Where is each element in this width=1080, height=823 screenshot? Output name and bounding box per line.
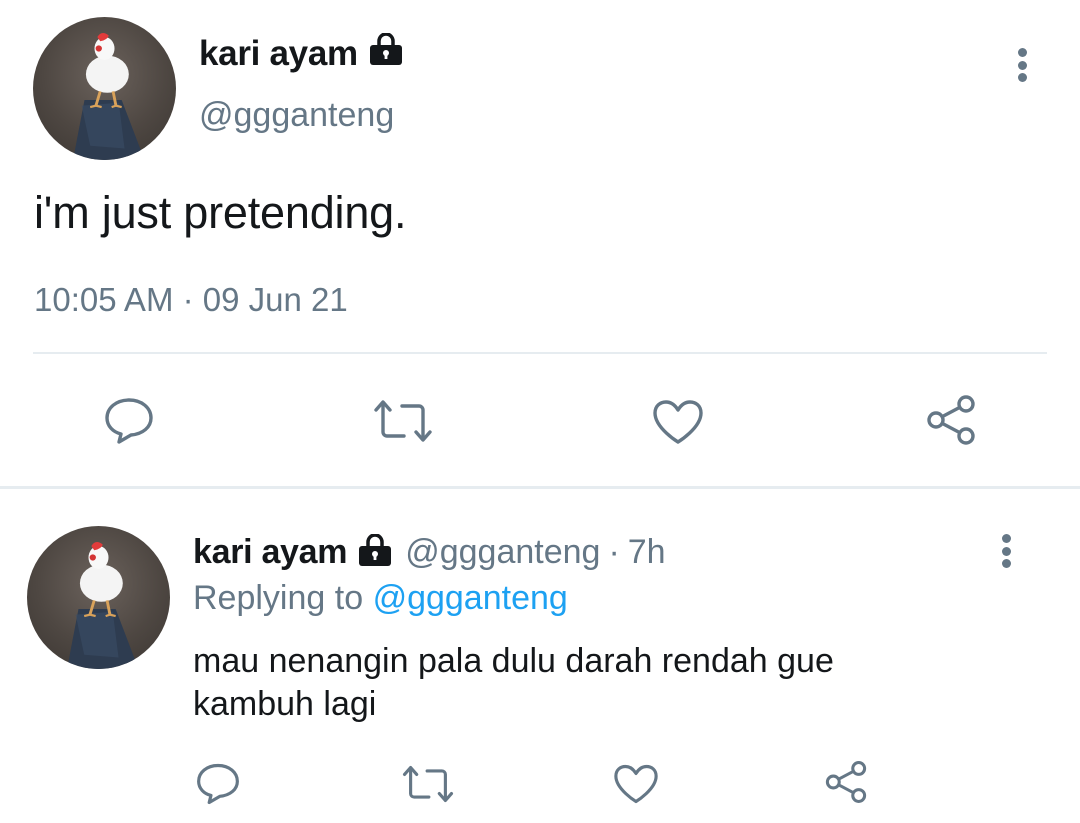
lock-icon bbox=[357, 533, 393, 571]
share-icon[interactable] bbox=[924, 394, 978, 446]
tweet-timestamp: 10:05 AM · 09 Jun 21 bbox=[34, 281, 348, 319]
reply-text: mau nenangin pala dulu darah rendah gue … bbox=[193, 642, 834, 723]
main-handle[interactable]: @ggganteng bbox=[199, 96, 394, 135]
avatar-chicken-image bbox=[67, 542, 139, 669]
tweet-text: i'm just pretending. bbox=[34, 187, 407, 238]
replying-to: Replying to @ggganteng bbox=[193, 579, 568, 618]
main-display-name-text: kari ayam bbox=[199, 33, 358, 73]
reply-time: 7h bbox=[627, 533, 666, 571]
replying-prefix: Replying to bbox=[193, 579, 364, 617]
meta-separator: · bbox=[182, 281, 194, 318]
reply-icon[interactable] bbox=[195, 762, 241, 806]
reply-handle[interactable]: @ggganteng bbox=[405, 533, 600, 572]
reply-avatar[interactable] bbox=[27, 526, 170, 669]
reply-display-name[interactable]: kari ayam bbox=[193, 533, 348, 572]
tweet-date: 09 Jun 21 bbox=[202, 281, 348, 318]
reply-icon[interactable] bbox=[103, 396, 155, 446]
section-divider bbox=[0, 486, 1080, 489]
avatar-chicken-image bbox=[73, 33, 145, 160]
tweet-time: 10:05 AM bbox=[34, 281, 174, 318]
more-vertical-icon[interactable] bbox=[1000, 534, 1012, 568]
retweet-icon[interactable] bbox=[372, 398, 434, 444]
reply-separator: · bbox=[608, 533, 620, 571]
main-avatar[interactable] bbox=[33, 17, 176, 160]
reply-header: kari ayam @ggganteng · 7h bbox=[193, 533, 666, 572]
heart-icon[interactable] bbox=[651, 398, 705, 446]
more-vertical-icon[interactable] bbox=[1016, 48, 1028, 82]
share-icon[interactable] bbox=[823, 760, 869, 804]
heart-icon[interactable] bbox=[612, 763, 660, 805]
main-display-name[interactable]: kari ayam bbox=[199, 32, 404, 74]
retweet-icon[interactable] bbox=[401, 764, 455, 804]
lock-icon bbox=[368, 32, 404, 74]
replying-mention-link[interactable]: @ggganteng bbox=[373, 579, 568, 617]
divider bbox=[33, 352, 1047, 354]
